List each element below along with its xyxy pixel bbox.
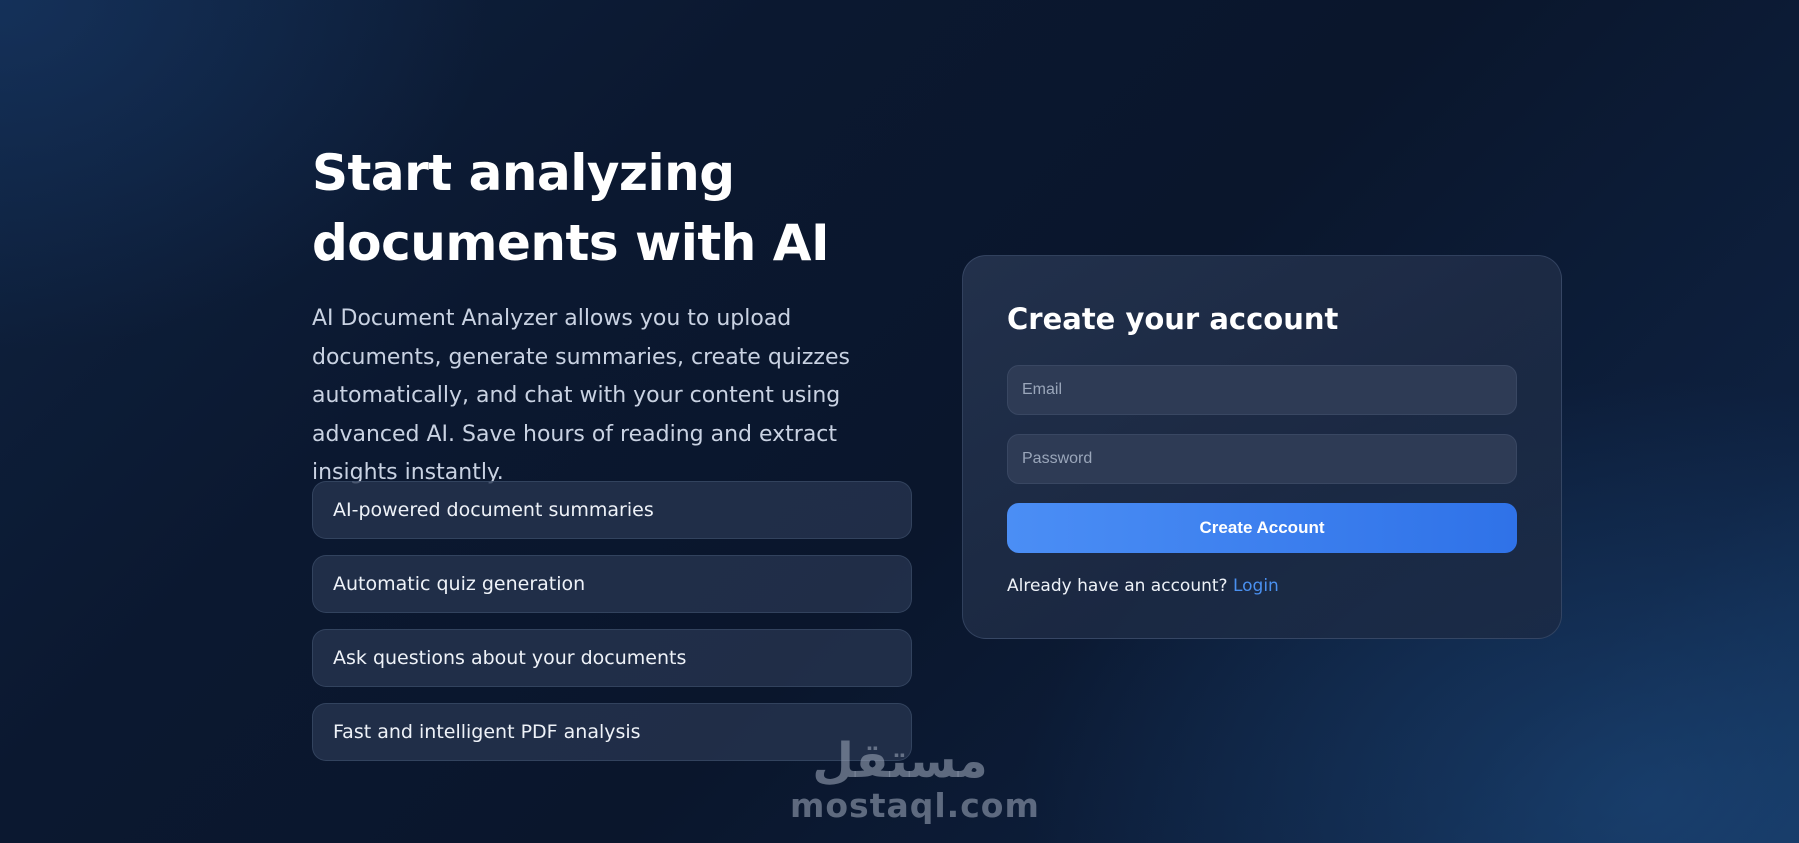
feature-list: AI-powered document summaries Automatic … [312, 481, 912, 777]
page: Start analyzing documents with AI AI Doc… [0, 0, 1799, 843]
hero-title: Start analyzing documents with AI [312, 138, 917, 278]
feature-label: AI-powered document summaries [333, 499, 654, 521]
signup-title: Create your account [1007, 302, 1339, 336]
create-account-button[interactable]: Create Account [1007, 503, 1517, 553]
hero-title-line-1: Start analyzing [312, 144, 735, 202]
hero-description: AI Document Analyzer allows you to uploa… [312, 306, 850, 485]
feature-label: Ask questions about your documents [333, 647, 687, 669]
feature-item-questions: Ask questions about your documents [312, 629, 912, 687]
hero-section: Start analyzing documents with AI AI Doc… [312, 138, 917, 493]
feature-item-quiz: Automatic quiz generation [312, 555, 912, 613]
feature-label: Fast and intelligent PDF analysis [333, 721, 641, 743]
mostaql-latin-text: mostaql.com [790, 786, 1040, 825]
email-field[interactable] [1007, 365, 1517, 415]
mostaql-arabic-text: مستقل [812, 735, 988, 785]
login-prompt-row: Already have an account? Login [1007, 576, 1279, 596]
hero-title-line-2: documents with AI [312, 214, 830, 272]
login-prompt-text: Already have an account? [1007, 576, 1228, 596]
feature-item-summaries: AI-powered document summaries [312, 481, 912, 539]
signup-card: Create your account Create Account Alrea… [962, 255, 1562, 639]
mostaql-arabic-logo: مستقل [812, 735, 988, 785]
login-link[interactable]: Login [1233, 576, 1279, 596]
password-field[interactable] [1007, 434, 1517, 484]
feature-label: Automatic quiz generation [333, 573, 586, 595]
